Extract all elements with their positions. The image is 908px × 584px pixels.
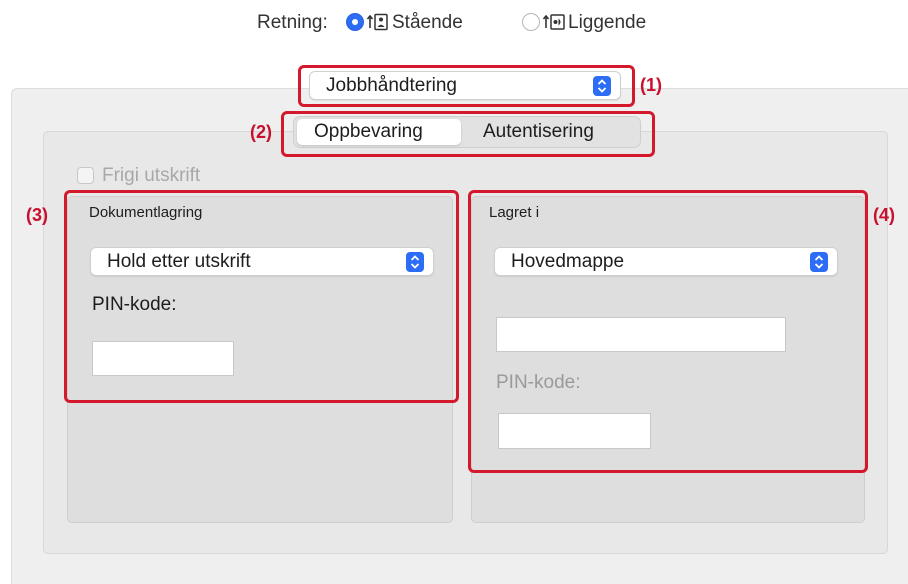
callout-box-1 xyxy=(298,65,635,107)
callout-box-2 xyxy=(281,111,655,157)
orientation-landscape-label: Liggende xyxy=(568,12,647,33)
callout-label-2: (2) xyxy=(250,122,272,142)
callout-box-3 xyxy=(64,190,459,403)
release-print-label: Frigi utskrift xyxy=(102,165,201,186)
orientation-landscape-radio[interactable] xyxy=(522,13,540,31)
callout-label-3: (3) xyxy=(26,205,48,225)
callout-label-4: (4) xyxy=(873,205,895,225)
landscape-orientation-icon xyxy=(542,14,565,30)
orientation-label: Retning: xyxy=(257,12,328,33)
callout-box-4 xyxy=(468,190,868,473)
release-print-checkbox[interactable] xyxy=(77,167,94,184)
orientation-portrait-radio[interactable] xyxy=(346,13,364,31)
portrait-orientation-icon xyxy=(366,13,388,31)
callout-label-1: (1) xyxy=(640,75,662,95)
orientation-portrait-label: Stående xyxy=(392,12,463,33)
